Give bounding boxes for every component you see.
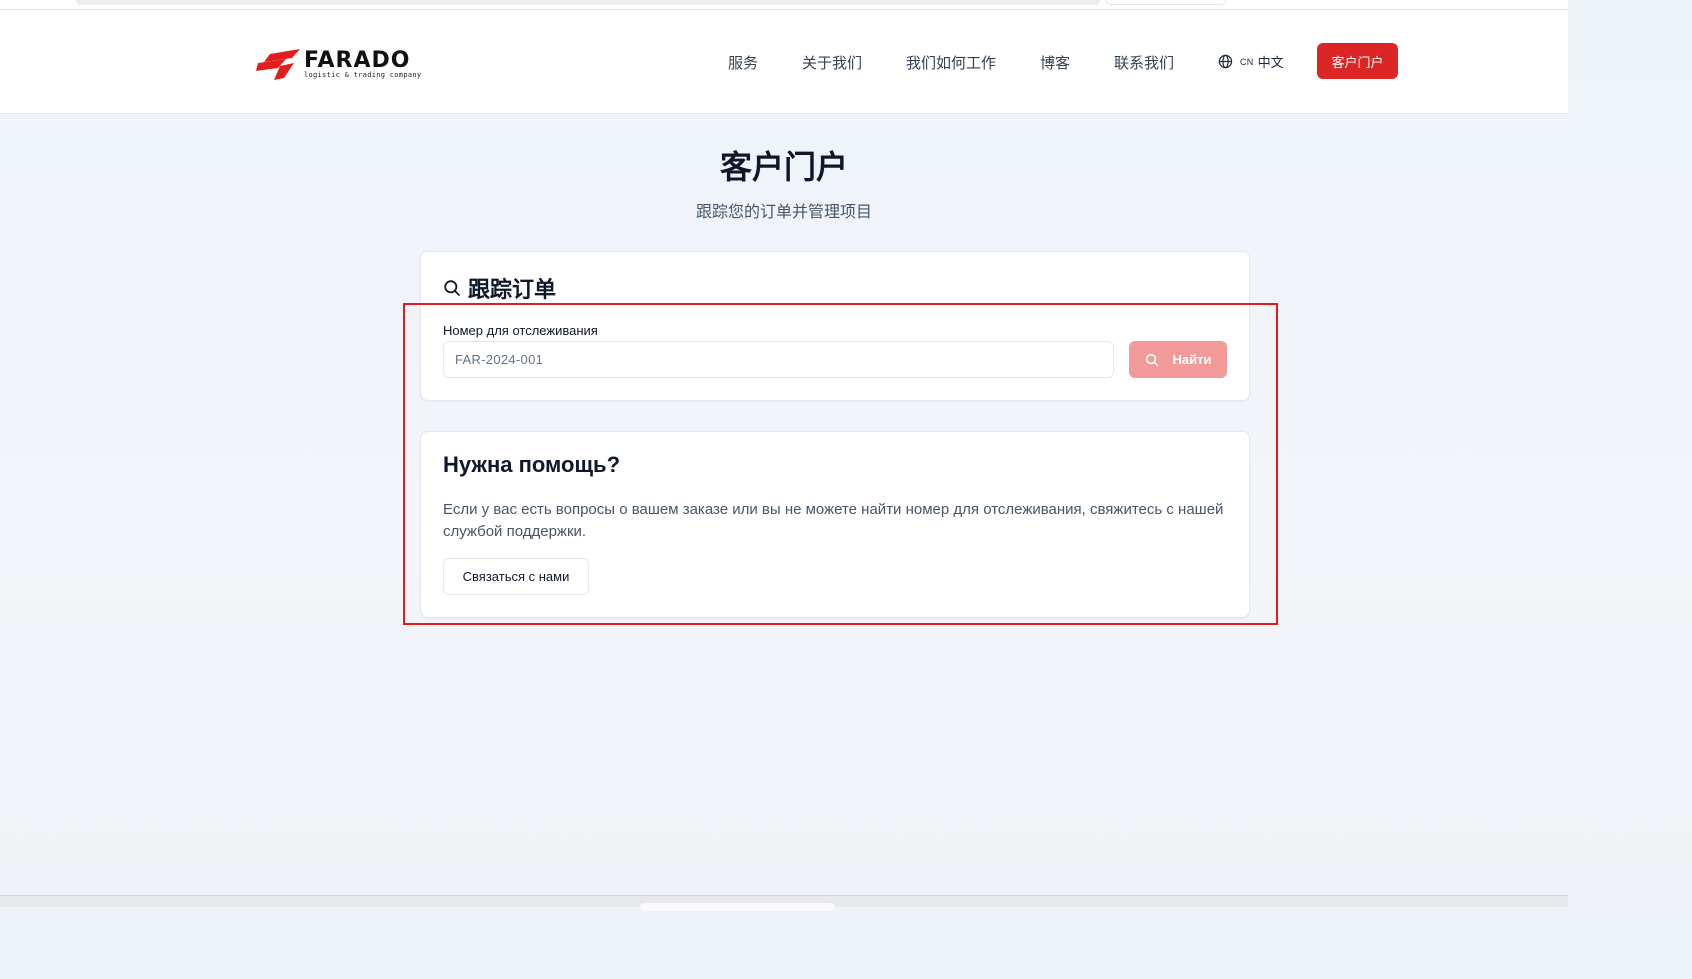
site-header: FARADO logistic & trading company 服务 关于我… (0, 10, 1568, 114)
logo-tagline: logistic & trading company (304, 70, 422, 79)
track-order-title: 跟踪订单 (468, 277, 557, 302)
taskbar-search[interactable] (640, 903, 835, 911)
logo-name: FARADO (304, 47, 411, 73)
nav-item-how-we-work[interactable]: 我们如何工作 (906, 52, 996, 73)
globe-icon (1218, 54, 1233, 69)
search-icon (1145, 353, 1159, 367)
language-label: 中文 (1257, 55, 1284, 70)
browser-control[interactable] (1106, 0, 1226, 5)
browser-chrome (0, 0, 1568, 10)
help-title: Нужна помощь? (443, 452, 621, 477)
logo-mark-icon (256, 49, 300, 80)
search-icon (443, 279, 461, 297)
nav-item-blog[interactable]: 博客 (1040, 52, 1070, 73)
nav-item-about[interactable]: 关于我们 (802, 52, 862, 73)
find-button[interactable]: Найти (1129, 341, 1227, 378)
page-title: 客户门户 (719, 149, 848, 185)
track-order-heading: 跟踪订单 (443, 272, 556, 304)
help-card: Нужна помощь? Если у вас есть вопросы о … (420, 431, 1250, 618)
tracking-number-input[interactable] (443, 341, 1114, 378)
nav-item-services[interactable]: 服务 (728, 52, 758, 73)
track-order-card: 跟踪订单 Номер для отслеживания Найти (420, 251, 1250, 401)
find-button-label: Найти (1172, 352, 1212, 367)
nav-item-contact[interactable]: 联系我们 (1114, 52, 1174, 73)
language-switcher[interactable]: CN 中文 (1218, 52, 1284, 71)
client-portal-button[interactable]: 客户门户 (1317, 43, 1398, 79)
address-bar[interactable] (76, 0, 1100, 5)
help-text: Если у вас есть вопросы о вашем заказе и… (443, 501, 1224, 540)
tracking-number-label: Номер для отслеживания (443, 323, 598, 338)
contact-us-button[interactable]: Связаться с нами (443, 558, 589, 595)
taskbar (0, 895, 1568, 911)
page-subtitle: 跟踪您的订单并管理项目 (695, 204, 872, 221)
logo[interactable]: FARADO logistic & trading company (256, 46, 421, 82)
language-code: CN (1240, 56, 1254, 67)
